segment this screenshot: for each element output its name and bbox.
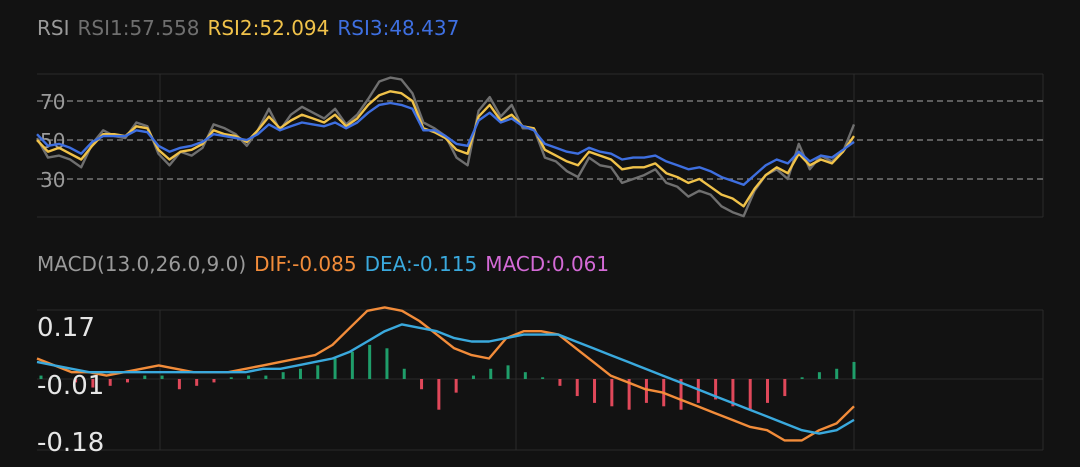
dea-value: DEA:-0.115 [364,252,478,276]
macd-tick-label: -0.01 [37,371,104,401]
macd-tick-label: 0.17 [37,313,95,343]
macd-legend: MACD(13.0,26.0,9.0) DIF:-0.085 DEA:-0.11… [37,252,609,276]
macd-tick-label: -0.18 [37,428,104,458]
rsi-title: RSI [37,16,70,40]
rsi2-value: RSI2:52.094 [207,16,330,40]
macd-title: MACD(13.0,26.0,9.0) [37,252,247,276]
dif-value: DIF:-0.085 [254,252,357,276]
rsi-legend: RSI RSI1:57.558 RSI2:52.094 RSI3:48.437 [37,16,459,40]
rsi1-value: RSI1:57.558 [77,16,200,40]
rsi3-value: RSI3:48.437 [337,16,460,40]
macd-chart: 0.17 -0.01 -0.18 [36,306,1044,458]
macd-value: MACD:0.061 [485,252,610,276]
